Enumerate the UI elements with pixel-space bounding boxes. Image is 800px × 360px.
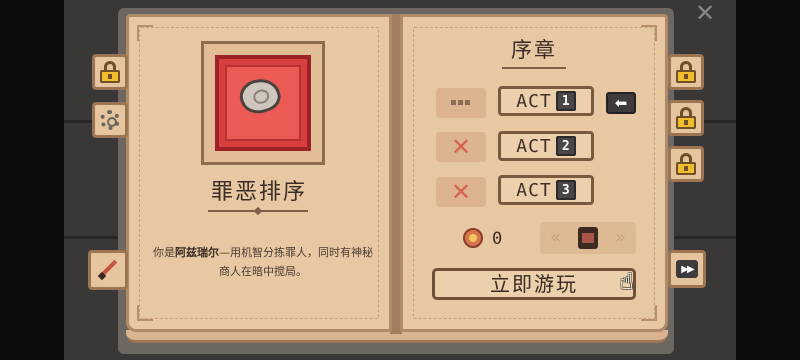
fast-forward-icon: ▶▶ [676,260,698,278]
character-selector: « » [540,222,636,254]
locked-x-icon: ✕ [450,133,472,161]
desc-character-name: 阿兹瑞尔 [175,246,219,259]
desc-prefix: 你是 [153,246,175,259]
close-button[interactable]: ✕ [690,0,720,26]
in-progress-dots-icon [451,100,470,105]
act-label: ACT [516,135,552,157]
corner-ornament [641,305,657,321]
act-2-button[interactable]: ACT 2 [498,131,594,161]
gear-icon [100,110,120,130]
act-2-status: ✕ [436,132,486,162]
artifact-card[interactable] [215,55,311,151]
act-label: ACT [516,179,552,201]
act-number: 3 [555,180,576,200]
game-title: 罪恶排序 [210,180,307,205]
pointer-hand-icon: ☝ [620,270,634,295]
tab-locked-3[interactable] [668,100,704,136]
lock-icon [100,61,120,83]
fast-forward-button[interactable]: ▶▶ [668,250,706,288]
chapter-title: 序章 [511,38,557,62]
tab-locked-4[interactable] [668,146,704,182]
desc-suffix: —用机智分拣罪人，同时有神秘商人在暗中搅局。 [219,246,373,278]
game-description: 你是阿兹瑞尔—用机智分拣罪人，同时有神秘商人在暗中搅局。 [148,243,378,281]
right-letterbox [736,0,800,360]
act-number: 1 [555,91,576,111]
act-3-button[interactable]: ACT 3 [498,175,594,205]
medal-count: 0 [492,229,503,249]
left-letterbox [0,0,64,360]
current-act-arrow-icon: ⬅ [606,92,636,114]
tab-locked-2[interactable] [668,54,704,90]
brush-icon [97,259,119,281]
act-label: ACT [516,90,552,112]
act-number: 2 [555,136,576,156]
character-portrait [578,227,598,249]
lock-icon [676,107,696,129]
medal-icon [463,228,485,250]
tab-locked-1[interactable] [92,54,128,90]
lock-icon [676,61,696,83]
corner-ornament [137,25,153,41]
locked-x-icon: ✕ [450,178,472,206]
chapter-ornament [502,67,566,69]
next-character-button[interactable]: » [615,227,626,248]
act-1-button[interactable]: ACT 1 [498,86,594,116]
act-3-status: ✕ [436,177,486,207]
play-now-button[interactable]: 立即游玩 [432,268,636,300]
corner-ornament [137,305,153,321]
tab-settings[interactable] [92,102,128,138]
tab-customize[interactable] [88,250,128,290]
prev-character-button[interactable]: « [550,227,561,248]
lock-icon [676,153,696,175]
act-1-status [436,88,486,118]
